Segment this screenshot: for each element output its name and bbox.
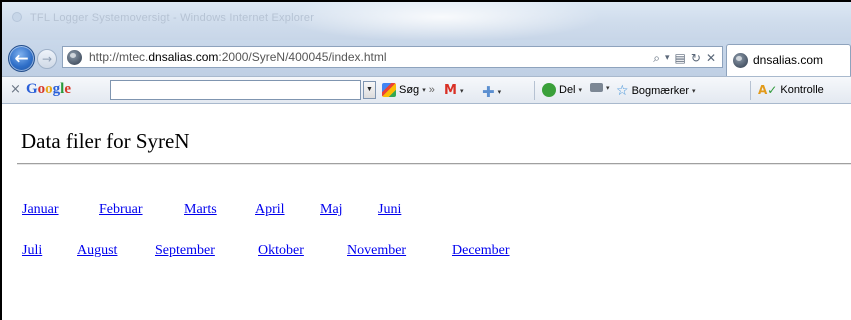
toolbar-separator xyxy=(750,81,751,100)
address-tools: ⌕ ▾ ▤ ↻ ✕ xyxy=(653,49,716,67)
site-globe-icon xyxy=(67,50,82,65)
google-toolbar: × Google ▼ Søg ▾ » M ▾ ✚ ▾ Del ▾ ▾ ☆ Bog… xyxy=(2,76,851,104)
month-link-februar[interactable]: Februar xyxy=(99,202,143,218)
page-title: Data filer for SyreN xyxy=(21,129,190,153)
address-url[interactable]: http://mtec.dnsalias.com:2000/SyreN/4000… xyxy=(89,50,387,64)
spellcheck-button[interactable]: A✓ Kontrolle xyxy=(758,83,824,97)
month-link-marts[interactable]: Marts xyxy=(184,202,217,218)
logo-letter: o xyxy=(45,81,53,97)
bookmarks-button-label: Bogmærker xyxy=(631,85,690,97)
month-link-juni[interactable]: Juni xyxy=(378,202,401,218)
star-icon: ☆ xyxy=(616,83,629,99)
search-button[interactable]: Søg ▾ » xyxy=(382,83,435,97)
caret-icon: ▾ xyxy=(578,87,583,94)
search-button-label: Søg xyxy=(399,84,420,96)
plus-button[interactable]: ✚ ▾ xyxy=(482,83,501,101)
compatibility-view-icon[interactable]: ▤ xyxy=(675,51,686,65)
caret-icon: ▾ xyxy=(692,88,696,95)
tab-label: dnsalias.com xyxy=(753,53,824,67)
url-host: dnsalias.com xyxy=(148,50,219,64)
window-title: TFL Logger Systemoversigt - Windows Inte… xyxy=(30,12,315,24)
address-bar[interactable]: http://mtec.dnsalias.com:2000/SyreN/4000… xyxy=(62,46,723,68)
close-toolbar-icon[interactable]: × xyxy=(10,82,21,97)
forward-arrow-icon: → xyxy=(41,52,53,66)
search-history-dropdown[interactable]: ▼ xyxy=(363,81,376,99)
page-content: Data filer for SyreN Januar Februar Mart… xyxy=(2,105,851,320)
month-link-maj[interactable]: Maj xyxy=(320,202,343,218)
share-button-label: Del xyxy=(559,84,576,96)
month-link-december[interactable]: December xyxy=(452,243,510,259)
window-titlebar[interactable]: TFL Logger Systemoversigt - Windows Inte… xyxy=(2,2,851,40)
app-icon xyxy=(12,12,22,22)
month-link-oktober[interactable]: Oktober xyxy=(258,243,304,259)
bookmarks-button[interactable]: ☆ Bogmærker ▾ xyxy=(616,83,696,99)
month-link-august[interactable]: August xyxy=(77,243,117,259)
search-icon[interactable]: ⌕ xyxy=(653,51,660,66)
sidewiki-icon xyxy=(590,83,603,92)
gmail-icon: M xyxy=(444,83,457,98)
share-icon xyxy=(542,83,556,97)
google-search-input[interactable] xyxy=(110,80,361,100)
toolbar-separator xyxy=(534,81,535,100)
url-suffix: :2000/SyreN/400045/index.html xyxy=(218,50,387,64)
month-link-november[interactable]: November xyxy=(347,243,406,259)
back-button[interactable]: ← xyxy=(8,45,35,72)
caret-icon: ▾ xyxy=(497,89,502,96)
horizontal-rule xyxy=(17,163,851,165)
caret-icon: ▾ xyxy=(459,87,464,95)
navigation-bar: ← → http://mtec.dnsalias.com:2000/SyreN/… xyxy=(2,40,851,76)
chevron-more-icon: » xyxy=(428,84,435,96)
browser-tab[interactable]: dnsalias.com xyxy=(726,44,851,76)
url-prefix: http://mtec. xyxy=(89,50,149,64)
tab-globe-icon xyxy=(733,53,748,68)
gmail-button[interactable]: M ▾ xyxy=(444,83,463,98)
refresh-icon[interactable]: ↻ xyxy=(691,51,701,65)
forward-button[interactable]: → xyxy=(37,49,57,69)
back-arrow-icon: ← xyxy=(14,48,29,69)
spellcheck-icon: A✓ xyxy=(758,83,778,97)
logo-letter: G xyxy=(26,81,38,97)
google-logo: Google xyxy=(26,81,71,98)
month-link-januar[interactable]: Januar xyxy=(22,202,59,218)
month-link-september[interactable]: September xyxy=(155,243,215,259)
caret-icon: ▾ xyxy=(606,84,610,92)
titlebar-glow xyxy=(282,2,602,40)
sidewiki-button[interactable]: ▾ xyxy=(590,83,610,92)
google-search-icon xyxy=(382,83,396,97)
month-link-juli[interactable]: Juli xyxy=(22,243,42,259)
caret-icon: ▾ xyxy=(422,87,426,94)
spellcheck-button-label: Kontrolle xyxy=(780,84,824,96)
stop-icon[interactable]: ✕ xyxy=(706,51,716,65)
share-button[interactable]: Del ▾ xyxy=(542,83,582,97)
month-link-april[interactable]: April xyxy=(255,202,285,218)
search-dropdown-icon[interactable]: ▾ xyxy=(665,53,670,63)
logo-letter: e xyxy=(64,81,72,97)
plus-icon: ✚ xyxy=(482,83,495,101)
